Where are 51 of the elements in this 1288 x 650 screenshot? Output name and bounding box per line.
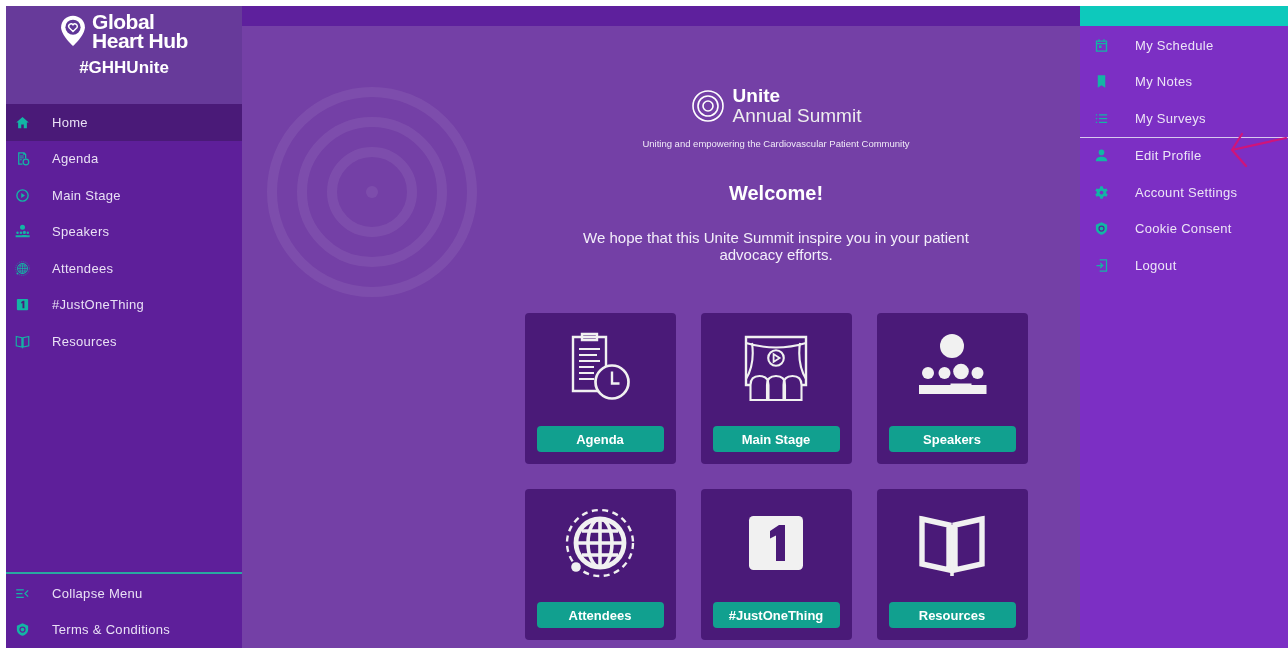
heart-pin-icon	[60, 14, 87, 48]
nav-item[interactable]: Terms & Conditions	[6, 611, 242, 648]
hashtag-title: #GHHUnite	[79, 58, 169, 78]
tile-button[interactable]: Main Stage	[712, 426, 840, 452]
summit-logo-text: Unite Annual Summit	[732, 86, 862, 126]
menu-item[interactable]: Cookie Consent	[1080, 210, 1288, 247]
nav-item[interactable]: Resources	[6, 323, 242, 360]
tile-button[interactable]: Attendees	[536, 602, 664, 628]
nav-item[interactable]: Main Stage	[6, 177, 242, 214]
shield-icon	[1094, 221, 1109, 237]
tile-card[interactable]: Resources	[876, 489, 1028, 640]
person-icon	[1094, 148, 1109, 164]
tile-button[interactable]: Resources	[888, 602, 1016, 628]
globe-icon	[564, 507, 636, 579]
nav-item[interactable]: Collapse Menu	[6, 575, 242, 612]
logout-icon	[1094, 257, 1109, 273]
annotation-arrow	[1228, 130, 1288, 170]
tile-button[interactable]: Agenda	[536, 426, 664, 452]
tile-card[interactable]: #JustOneThing	[700, 489, 852, 640]
tile-card[interactable]: Agenda	[524, 313, 676, 464]
people-icon	[15, 224, 30, 240]
number-one-icon	[15, 297, 30, 313]
menu-item[interactable]: Edit Profile	[1080, 137, 1288, 174]
welcome-message: We hope that this Unite Summit inspire you in your patient advocacy efforts.	[582, 229, 970, 263]
document-clock-icon	[15, 151, 30, 167]
nav-item[interactable]: Speakers	[6, 213, 242, 250]
tile-card[interactable]: Main Stage	[700, 313, 852, 464]
brand-name: Global Heart Hub	[92, 12, 188, 50]
tagline: Uniting and empowering the Cardiovascular Patient Community	[642, 138, 910, 149]
calendar-icon	[1094, 37, 1109, 53]
menu-item[interactable]: My Notes	[1080, 63, 1288, 100]
home-icon	[15, 114, 30, 130]
nav-item[interactable]: Home	[6, 104, 242, 141]
tile-button[interactable]: #JustOneThing	[712, 602, 840, 628]
play-circle-icon	[15, 187, 30, 203]
tile-card[interactable]: Attendees	[524, 489, 676, 640]
globe-icon	[15, 260, 30, 276]
menu-item[interactable]: My Surveys	[1080, 100, 1288, 137]
nav-item[interactable]: Agenda	[6, 140, 242, 177]
settings-icon	[1094, 184, 1109, 200]
tile-button[interactable]: Speakers	[888, 426, 1016, 452]
nav-item[interactable]: Attendees	[6, 250, 242, 287]
menu-item[interactable]: Account Settings	[1080, 174, 1288, 211]
nav-item[interactable]: #JustOneThing	[6, 286, 242, 323]
target-logo-icon	[690, 89, 725, 123]
shield-icon	[15, 622, 30, 638]
tile-card[interactable]: Speakers	[876, 313, 1028, 464]
menu-item[interactable]: Logout	[1080, 247, 1288, 284]
book-icon	[15, 333, 30, 349]
menu-item[interactable]: My Schedule	[1080, 27, 1288, 64]
welcome-heading: Welcome!	[728, 182, 824, 205]
